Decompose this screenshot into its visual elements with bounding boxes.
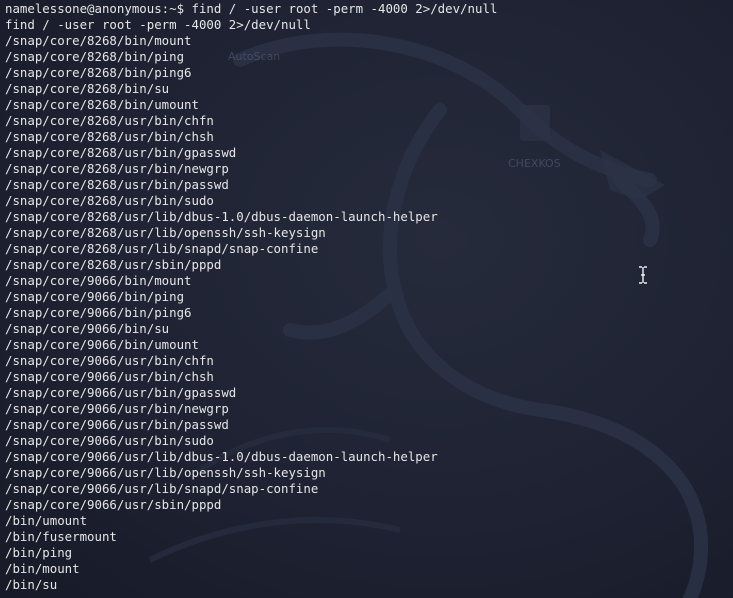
output-line: /snap/core/8268/bin/umount: [5, 97, 199, 112]
output-line: /snap/core/8268/usr/lib/dbus-1.0/dbus-da…: [5, 209, 438, 224]
terminal-window[interactable]: AutoScan CHEXKOS namelessone@anonymous:~…: [0, 0, 733, 598]
output-line: /snap/core/9066/usr/bin/passwd: [5, 417, 229, 432]
output-line: /snap/core/9066/usr/lib/dbus-1.0/dbus-da…: [5, 449, 438, 464]
output-line: /snap/core/9066/usr/lib/snapd/snap-confi…: [5, 481, 319, 496]
output-line: /snap/core/9066/bin/umount: [5, 337, 199, 352]
i-beam-cursor-icon: [639, 266, 647, 284]
output-line: /snap/core/9066/bin/ping: [5, 289, 185, 304]
output-line: /snap/core/9066/bin/ping6: [5, 305, 192, 320]
output-line: /snap/core/8268/usr/bin/sudo: [5, 193, 214, 208]
command-results: /snap/core/8268/bin/mount/snap/core/8268…: [5, 33, 497, 593]
output-line: /snap/core/8268/usr/lib/openssh/ssh-keys…: [5, 225, 326, 240]
desktop-icon-label: CHEXKOS: [508, 157, 561, 170]
typed-command: find / -user root -perm -4000 2>/dev/nul…: [184, 1, 498, 16]
output-line: /snap/core/9066/usr/bin/gpasswd: [5, 385, 237, 400]
output-line: /snap/core/8268/usr/bin/chsh: [5, 129, 214, 144]
output-line: /snap/core/9066/usr/bin/chfn: [5, 353, 214, 368]
output-line: /snap/core/8268/usr/bin/chfn: [5, 113, 214, 128]
output-line: /snap/core/8268/usr/lib/snapd/snap-confi…: [5, 241, 319, 256]
output-line: /snap/core/8268/bin/ping6: [5, 65, 192, 80]
output-line: /snap/core/8268/usr/bin/passwd: [5, 177, 229, 192]
command-echo: find / -user root -perm -4000 2>/dev/nul…: [5, 17, 311, 32]
output-line: /snap/core/9066/bin/su: [5, 321, 170, 336]
output-line: /snap/core/8268/bin/mount: [5, 33, 192, 48]
output-line: /snap/core/8268/bin/su: [5, 81, 170, 96]
terminal-output[interactable]: namelessone@anonymous:~$ find / -user ro…: [5, 1, 497, 593]
output-line: /bin/umount: [5, 513, 88, 528]
output-line: /snap/core/8268/usr/bin/newgrp: [5, 161, 229, 176]
output-line: /bin/fusermount: [5, 529, 117, 544]
output-line: /snap/core/8268/usr/bin/gpasswd: [5, 145, 237, 160]
output-line: /snap/core/8268/usr/sbin/pppd: [5, 257, 222, 272]
output-line: /bin/mount: [5, 561, 80, 576]
output-line: /snap/core/8268/bin/ping: [5, 49, 185, 64]
output-line: /snap/core/9066/usr/bin/sudo: [5, 433, 214, 448]
prompt-user-host: namelessone@anonymous:~$: [5, 1, 185, 16]
prompt-line: namelessone@anonymous:~$ find / -user ro…: [5, 1, 497, 17]
output-line: /bin/su: [5, 577, 58, 592]
output-line: /snap/core/9066/bin/mount: [5, 273, 192, 288]
output-line: /snap/core/9066/usr/sbin/pppd: [5, 497, 222, 512]
output-line: /snap/core/9066/usr/lib/openssh/ssh-keys…: [5, 465, 326, 480]
output-line: /bin/ping: [5, 545, 73, 560]
output-line: /snap/core/9066/usr/bin/newgrp: [5, 401, 229, 416]
output-line: /snap/core/9066/usr/bin/chsh: [5, 369, 214, 384]
